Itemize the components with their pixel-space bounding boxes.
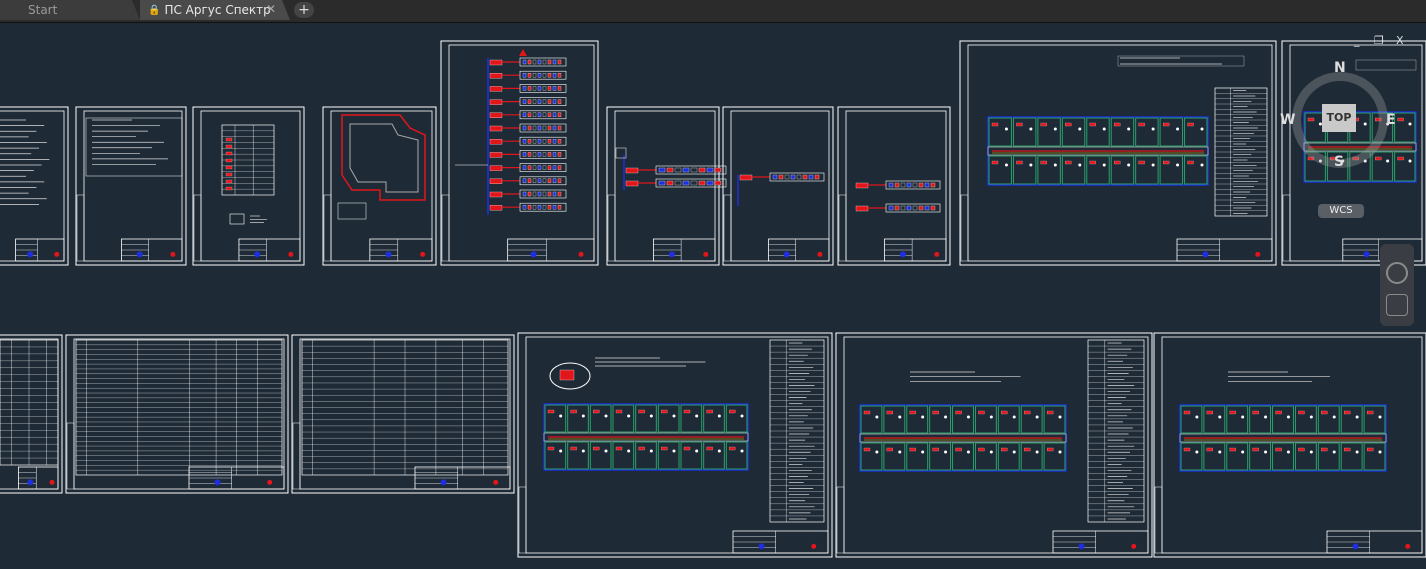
viewcube[interactable]: TOP N S E W — [1280, 60, 1398, 170]
drawing-sheet — [75, 106, 187, 266]
lock-icon: 🔒 — [148, 4, 161, 16]
viewcube-top-face[interactable]: TOP — [1322, 104, 1356, 132]
drawing-sheet — [322, 106, 437, 266]
compass-north[interactable]: N — [1334, 60, 1346, 76]
drawing-sheet — [65, 334, 289, 494]
drawing-canvas[interactable] — [0, 22, 1426, 569]
drawing-sheet — [722, 106, 834, 266]
compass-south[interactable]: S — [1334, 154, 1344, 170]
restore-button[interactable]: ❐ — [1374, 34, 1384, 47]
file-tab-bar: Start 🔒 ПС Аргус Спектр ✕ + — [0, 0, 1426, 23]
close-icon[interactable]: ✕ — [266, 2, 276, 16]
drawing-sheet — [291, 334, 515, 494]
drawing-sheet — [0, 334, 63, 494]
tab-drawing[interactable]: 🔒 ПС Аргус Спектр ✕ — [140, 0, 290, 20]
pan-icon[interactable] — [1386, 294, 1408, 316]
tab-start-label: Start — [28, 3, 58, 17]
steering-wheel-icon[interactable] — [1386, 262, 1408, 284]
drawing-sheet — [517, 332, 833, 558]
tab-start[interactable]: Start — [0, 0, 140, 20]
tab-drawing-label: ПС Аргус Спектр — [164, 3, 271, 17]
navigation-bar — [1380, 244, 1414, 326]
ucs-menu-button[interactable]: WCS — [1318, 204, 1364, 218]
compass-west[interactable]: W — [1280, 112, 1295, 128]
compass-east[interactable]: E — [1386, 112, 1396, 128]
close-viewport-button[interactable]: X — [1396, 34, 1404, 47]
drawing-sheet — [0, 106, 69, 266]
new-tab-button[interactable]: + — [294, 2, 314, 18]
minimize-button[interactable]: _ — [1354, 34, 1360, 47]
